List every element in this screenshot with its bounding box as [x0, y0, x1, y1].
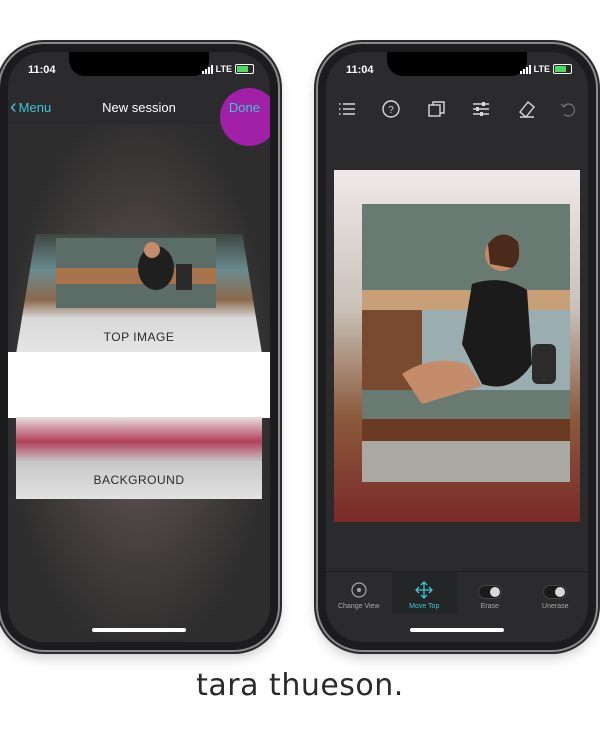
battery-icon: [235, 64, 254, 74]
tab-unerase[interactable]: Unerase: [523, 572, 589, 614]
status-indicators: LTE: [201, 64, 254, 74]
undo-icon[interactable]: [558, 98, 580, 120]
tab-label: Move Top: [409, 603, 440, 610]
signal-icon: [201, 64, 213, 74]
background-label: BACKGROUND: [93, 473, 185, 487]
nav-bar: ‹ Menu New session Done: [8, 88, 270, 146]
status-bar: 11:04 LTE: [326, 52, 588, 84]
tab-label: Change View: [337, 603, 380, 610]
status-indicators: LTE: [519, 64, 572, 74]
signal-icon: [519, 64, 531, 74]
list-icon[interactable]: [336, 98, 358, 120]
toolbar: ?: [326, 92, 588, 124]
right-phone: 11:04 LTE ? Change View Move Top Erase U…: [318, 44, 596, 650]
bottom-tab-bar: Change View Move Top Erase Unerase: [326, 571, 588, 614]
layers-icon[interactable]: [426, 98, 448, 120]
sliders-icon[interactable]: [470, 98, 492, 120]
move-icon: [415, 581, 434, 599]
status-time: 11:04: [346, 64, 374, 76]
tab-label: Unerase: [542, 603, 569, 610]
left-screen: 11:04 LTE ‹ Menu New session Done TOP IM…: [8, 52, 270, 642]
top-image-label: TOP IMAGE: [103, 330, 175, 344]
battery-icon: [553, 64, 572, 74]
help-icon[interactable]: ?: [380, 98, 402, 120]
right-screen: 11:04 LTE ? Change View Move Top Erase U…: [326, 52, 588, 642]
network-label: LTE: [533, 64, 550, 74]
unerase-toggle-icon: [543, 585, 568, 599]
network-label: LTE: [215, 64, 232, 74]
change-view-icon: [351, 582, 367, 598]
layer-separator: [8, 352, 270, 418]
tab-erase[interactable]: Erase: [457, 572, 523, 614]
tab-change-view[interactable]: Change View: [326, 572, 392, 614]
eraser-icon[interactable]: [516, 98, 538, 120]
home-indicator[interactable]: [92, 628, 186, 632]
done-button[interactable]: Done: [229, 100, 260, 115]
status-bar: 11:04 LTE: [8, 52, 270, 84]
brand-signature: tara thueson.: [196, 668, 404, 703]
top-image-thumbnail: [56, 238, 216, 308]
erase-toggle-icon: [477, 585, 502, 599]
svg-text:?: ?: [388, 105, 394, 116]
tab-label: Erase: [480, 603, 499, 610]
top-image-layer[interactable]: TOP IMAGE: [16, 234, 262, 354]
tab-move-top[interactable]: Move Top: [391, 572, 457, 614]
done-highlight: [220, 88, 270, 146]
left-phone: 11:04 LTE ‹ Menu New session Done TOP IM…: [0, 44, 278, 650]
home-indicator[interactable]: [410, 628, 504, 632]
status-time: 11:04: [28, 64, 56, 76]
top-image[interactable]: [362, 204, 570, 482]
background-layer[interactable]: BACKGROUND: [16, 417, 262, 499]
